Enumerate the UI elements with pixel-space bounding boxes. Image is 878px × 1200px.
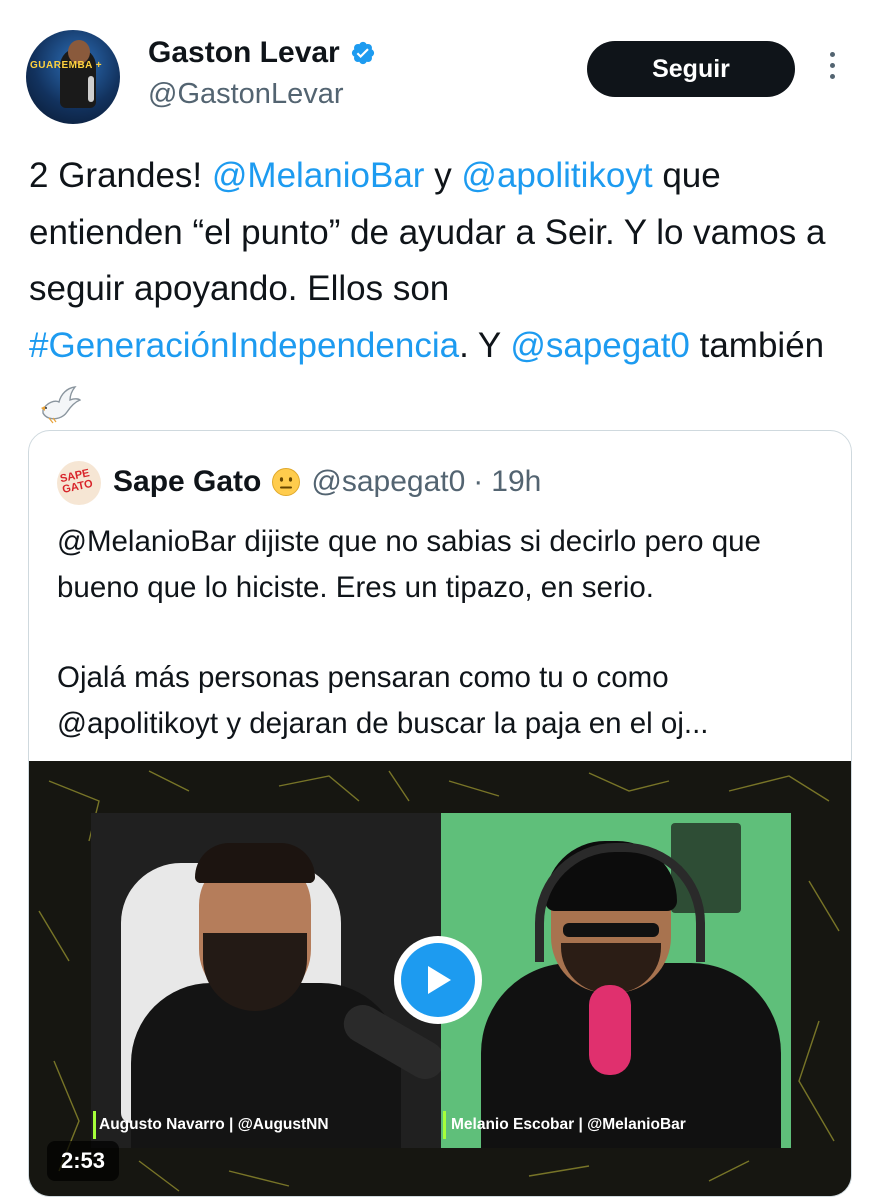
video-duration-badge: 2:53 [47, 1141, 120, 1181]
quoted-separator: · [473, 465, 484, 498]
caption-accent-bar [93, 1111, 96, 1139]
play-button[interactable] [394, 936, 482, 1024]
author-name[interactable]: Gaston Levar [148, 36, 340, 70]
tweet-text-segment: . Y [459, 325, 511, 365]
avatar-microphone [88, 76, 94, 102]
glasses [563, 923, 659, 937]
right-microphone [589, 985, 631, 1075]
verified-badge-icon [351, 41, 374, 65]
quoted-avatar[interactable]: SAPE GATO [57, 461, 101, 505]
play-icon[interactable] [401, 943, 475, 1017]
video-left-panel [91, 813, 441, 1148]
quoted-header: Sape Gato @sapegat0 · 19h [113, 465, 541, 499]
tweet-text-segment: y [424, 156, 462, 195]
quoted-name[interactable]: Sape Gato [113, 465, 261, 499]
quoted-tweet-card[interactable]: SAPE GATO Sape Gato @sapegat0 · 19h @Mel… [28, 430, 852, 1197]
mention-sapegat0-link[interactable]: @sapegat0 [510, 326, 690, 365]
avatar-logo-text: GUAREMBA + [30, 60, 103, 71]
quoted-paragraph-1: @MelanioBar dijiste que no sabias si dec… [57, 525, 761, 604]
author-name-row[interactable]: Gaston Levar [148, 36, 376, 70]
quoted-timestamp[interactable]: 19h [491, 465, 541, 499]
dove-emoji [41, 385, 81, 424]
video-player[interactable]: Augusto Navarro | @AugustNN Melanio Esco… [29, 761, 851, 1196]
quoted-handle[interactable]: @sapegat0 [311, 465, 465, 499]
caption-accent-bar [443, 1111, 446, 1139]
tweet-text-segment: también [689, 325, 825, 365]
more-vertical-icon[interactable] [822, 52, 842, 86]
left-person-hair [195, 843, 315, 883]
hashtag-link[interactable]: #GeneraciónIndependencia [29, 326, 459, 365]
tweet-text-segment: 2 Grandes! [29, 156, 212, 195]
author-avatar[interactable]: GUAREMBA + [26, 30, 120, 124]
mention-apolitikoyt-link[interactable]: @apolitikoyt [461, 156, 652, 195]
quoted-avatar-text: SAPE GATO [58, 467, 94, 496]
video-caption-right: Melanio Escobar | @MelanioBar [451, 1116, 686, 1133]
quoted-paragraph-2: Ojalá más personas pensaran como tu o co… [57, 661, 709, 740]
quoted-text: @MelanioBar dijiste que no sabias si dec… [57, 519, 837, 746]
author-handle[interactable]: @GastonLevar [148, 78, 343, 111]
follow-button[interactable]: Seguir [587, 41, 795, 97]
video-caption-left: Augusto Navarro | @AugustNN [99, 1116, 329, 1133]
tweet-text: 2 Grandes! @MelanioBar y @apolitikoyt qu… [29, 148, 859, 431]
neutral-face-emoji [272, 468, 301, 496]
mention-melaniobar-link[interactable]: @MelanioBar [212, 156, 425, 195]
video-right-panel [441, 813, 791, 1148]
